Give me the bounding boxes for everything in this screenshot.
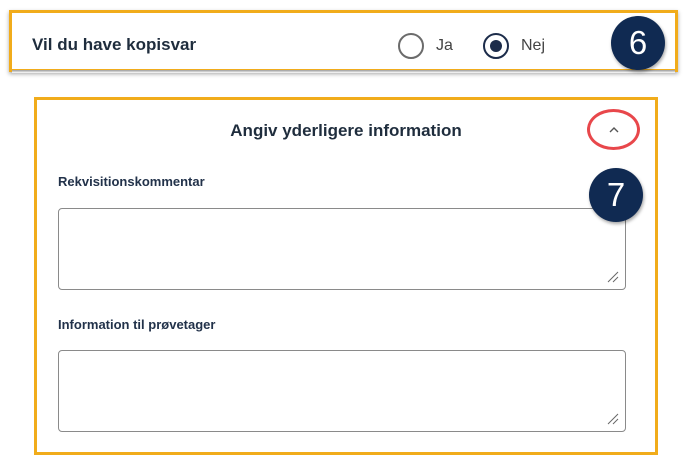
additional-info-panel: Angiv yderligere information Rekvisition… — [34, 97, 658, 455]
copy-answer-question: Vil du have kopisvar — [32, 35, 197, 54]
step-badge-7: 7 — [589, 168, 643, 222]
radio-nej-button[interactable] — [483, 33, 509, 59]
section-shadow — [12, 70, 675, 73]
resize-grip-icon[interactable] — [607, 271, 619, 283]
step-badge-6: 6 — [611, 16, 665, 70]
radio-ja-label[interactable]: Ja — [436, 37, 453, 55]
resize-grip-icon[interactable] — [607, 413, 619, 425]
copy-answer-section: Vil du have kopisvar Ja Nej — [9, 10, 678, 73]
requisition-comment-label: Rekvisitionskommentar — [58, 174, 205, 189]
radio-option-ja[interactable]: Ja — [398, 33, 453, 59]
sampler-info-textarea[interactable] — [58, 350, 626, 432]
radio-nej-label[interactable]: Nej — [521, 37, 545, 55]
collapse-button[interactable] — [587, 109, 640, 150]
radio-option-nej[interactable]: Nej — [483, 33, 545, 59]
requisition-comment-textarea[interactable] — [58, 208, 626, 290]
sampler-info-label: Information til prøvetager — [58, 317, 216, 332]
panel-title: Angiv yderligere information — [230, 121, 462, 140]
chevron-up-icon — [609, 126, 618, 132]
radio-ja-button[interactable] — [398, 33, 424, 59]
